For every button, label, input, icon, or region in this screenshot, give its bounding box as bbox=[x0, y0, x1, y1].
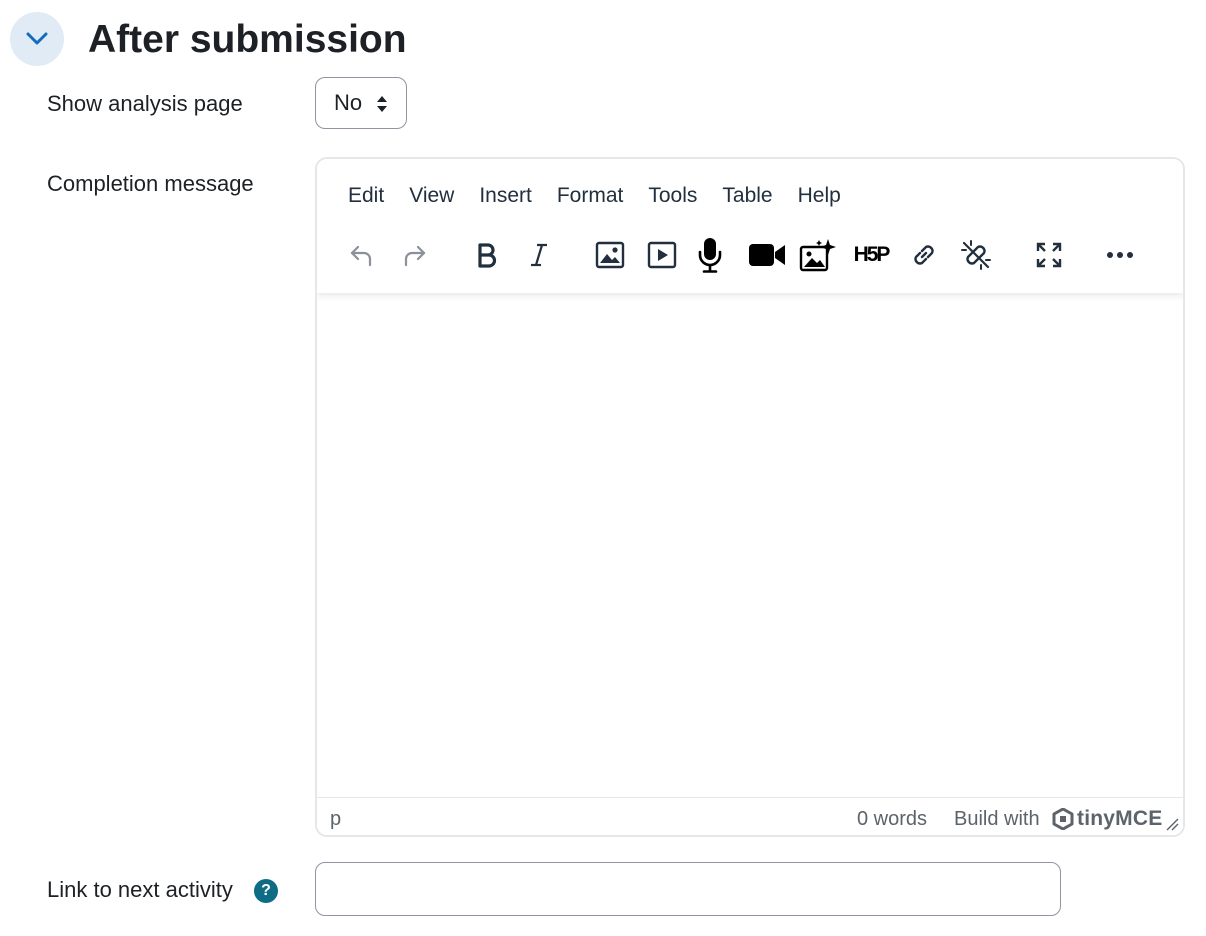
resize-handle-icon[interactable] bbox=[1165, 817, 1179, 831]
section-title: After submission bbox=[88, 18, 407, 61]
media-icon bbox=[647, 241, 677, 269]
show-analysis-label: Show analysis page bbox=[47, 91, 243, 116]
bold-icon bbox=[478, 243, 497, 268]
tinymce-brand: tinyMCE bbox=[1077, 807, 1163, 830]
fullscreen-icon bbox=[1036, 242, 1062, 268]
show-analysis-value: No bbox=[334, 90, 363, 115]
next-activity-label: Link to next activity bbox=[47, 877, 233, 902]
media-button[interactable] bbox=[642, 235, 682, 275]
editor-header: Edit View Insert Format Tools Table Help bbox=[317, 159, 1183, 293]
redo-button[interactable] bbox=[395, 235, 435, 275]
menu-view[interactable]: View bbox=[396, 181, 466, 211]
h5p-button[interactable]: H5P bbox=[851, 235, 891, 275]
image-icon bbox=[595, 241, 625, 269]
chevron-down-icon bbox=[26, 32, 48, 45]
completion-message-editor: Edit View Insert Format Tools Table Help bbox=[315, 157, 1185, 837]
editor-content-area[interactable] bbox=[317, 293, 1183, 797]
menu-table[interactable]: Table bbox=[709, 181, 784, 211]
help-icon[interactable]: ? bbox=[254, 879, 278, 903]
link-button[interactable] bbox=[904, 235, 944, 275]
tinymce-logo-icon bbox=[1052, 808, 1074, 830]
section-collapse-toggle[interactable] bbox=[10, 12, 64, 66]
unlink-icon bbox=[961, 240, 991, 270]
ai-image-button[interactable] bbox=[798, 235, 838, 275]
italic-icon bbox=[531, 243, 547, 267]
fullscreen-button[interactable] bbox=[1029, 235, 1069, 275]
word-count[interactable]: 0 words bbox=[857, 808, 927, 831]
tinymce-branding-link[interactable]: tinyMCE bbox=[1052, 807, 1162, 831]
sort-caret-icon bbox=[377, 96, 387, 112]
record-audio-button[interactable] bbox=[690, 235, 730, 275]
unlink-button[interactable] bbox=[956, 235, 996, 275]
editor-menubar: Edit View Insert Format Tools Table Help bbox=[335, 181, 853, 211]
bold-button[interactable] bbox=[467, 235, 507, 275]
editor-statusbar: p 0 words Build with tinyMCE bbox=[317, 797, 1183, 835]
more-button[interactable] bbox=[1100, 235, 1140, 275]
undo-button[interactable] bbox=[341, 235, 381, 275]
undo-icon bbox=[350, 245, 372, 267]
completion-message-label: Completion message bbox=[47, 171, 254, 196]
h5p-icon: H5P bbox=[853, 243, 891, 266]
menu-edit[interactable]: Edit bbox=[335, 181, 396, 211]
menu-insert[interactable]: Insert bbox=[466, 181, 544, 211]
ai-image-icon bbox=[799, 239, 836, 272]
show-analysis-select[interactable]: No bbox=[315, 77, 407, 129]
more-icon bbox=[1107, 252, 1133, 258]
microphone-icon bbox=[698, 238, 722, 273]
next-activity-input[interactable] bbox=[315, 862, 1061, 916]
italic-button[interactable] bbox=[519, 235, 559, 275]
menu-help[interactable]: Help bbox=[785, 181, 853, 211]
record-video-button[interactable] bbox=[747, 235, 787, 275]
redo-icon bbox=[404, 245, 426, 267]
element-path[interactable]: p bbox=[330, 808, 341, 831]
link-icon bbox=[914, 245, 934, 265]
image-button[interactable] bbox=[590, 235, 630, 275]
build-with-label: Build with bbox=[954, 808, 1040, 830]
menu-tools[interactable]: Tools bbox=[635, 181, 709, 211]
menu-format[interactable]: Format bbox=[544, 181, 636, 211]
video-camera-icon bbox=[749, 244, 785, 266]
